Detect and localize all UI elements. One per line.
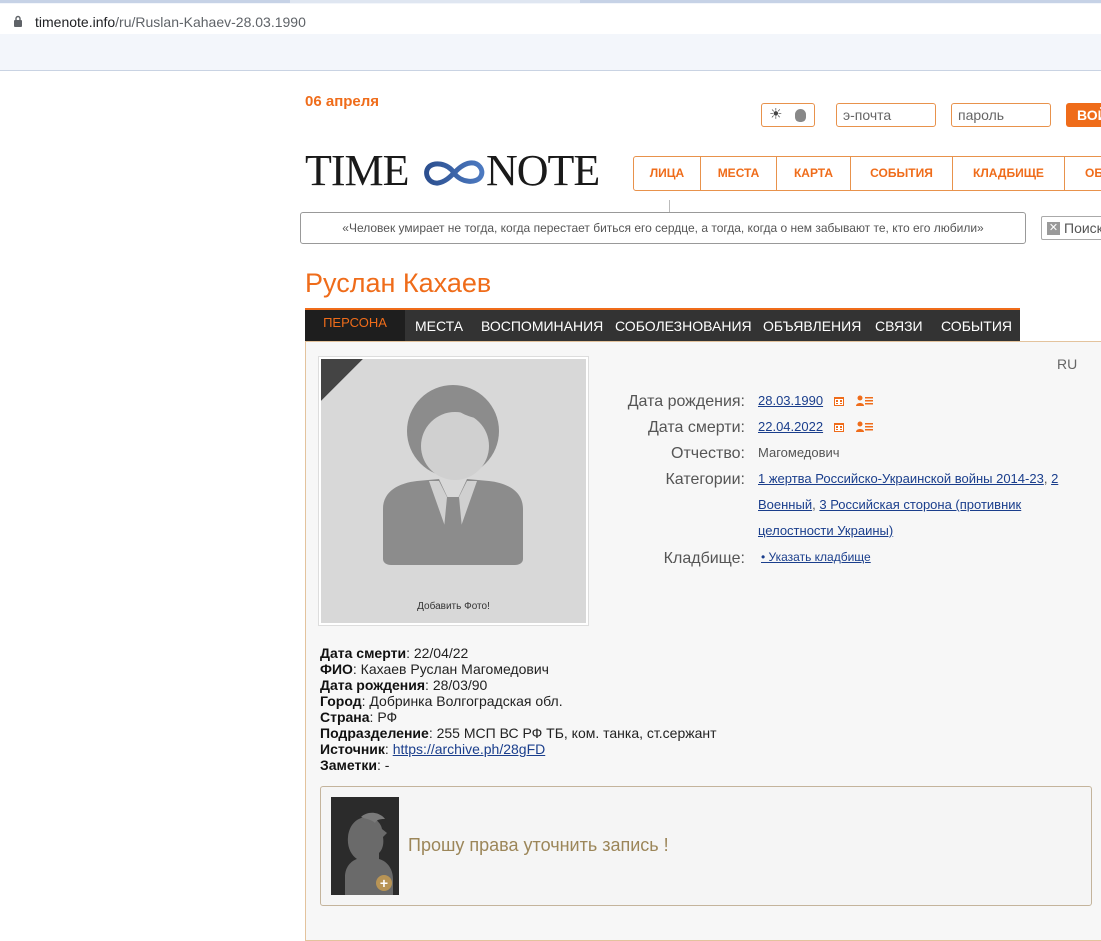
address-bar[interactable]: timenote.info/ru/Ruslan-Kahaev-28.03.199… <box>0 4 1101 34</box>
email-field[interactable] <box>836 103 936 127</box>
sun-icon: ☀ <box>769 106 783 123</box>
details-block: Дата смерти: 22/04/22 ФИО: Кахаев Руслан… <box>320 645 717 773</box>
contact-card-icon[interactable] <box>856 421 873 432</box>
detail-value: : Кахаев Руслан Магомедович <box>352 661 549 677</box>
tab-condolences[interactable]: СОБОЛЕЗНОВАНИЯ <box>615 310 752 341</box>
detail-label: ФИО <box>320 661 353 677</box>
detail-value: : - <box>376 757 390 773</box>
tab-person[interactable]: ПЕРСОНА <box>305 310 405 341</box>
detail-label: Страна <box>320 709 370 725</box>
category-link-war-victim[interactable]: 1 жертва Российско-Украинской войны 2014… <box>758 471 1044 486</box>
calendar-icon[interactable] <box>834 396 844 406</box>
tab-strip <box>0 0 1101 3</box>
detail-value: : 22/04/22 <box>406 645 469 661</box>
separator: , <box>1043 471 1048 486</box>
detail-value: : Добринка Волгоградская обл. <box>361 693 563 709</box>
detail-value: : РФ <box>369 709 398 725</box>
search-input[interactable]: ✕ Поиск <box>1041 216 1101 240</box>
category-link-military-num[interactable]: 2 <box>1051 471 1058 486</box>
source-link[interactable]: https://archive.ph/28gFD <box>393 741 546 757</box>
tab-memories[interactable]: ВОСПОМИНАНИЯ <box>481 310 603 341</box>
nav-item-map[interactable]: КАРТА <box>777 157 851 190</box>
search-placeholder: Поиск <box>1064 220 1101 236</box>
login-button[interactable]: ВОЙ <box>1066 103 1101 127</box>
close-icon[interactable]: ✕ <box>1047 222 1060 235</box>
cemetery-label: Кладбище: <box>663 550 745 567</box>
patronymic-value: Магомедович <box>758 445 840 460</box>
site-logo[interactable]: TIME NOTE <box>305 148 610 193</box>
death-date-label: Дата смерти: <box>647 419 745 436</box>
detail-value: : 28/03/90 <box>425 677 488 693</box>
infinity-icon <box>424 160 485 186</box>
password-field[interactable] <box>951 103 1051 127</box>
categories-label: Категории: <box>665 471 745 488</box>
calendar-icon[interactable] <box>834 422 844 432</box>
edit-request-text[interactable]: Прошу права уточнить запись ! <box>408 835 669 856</box>
detail-label: Дата смерти <box>320 645 407 661</box>
detail-row: ФИО: Кахаев Руслан Магомедович <box>320 661 717 677</box>
tab-announcements[interactable]: ОБЪЯВЛЕНИЯ <box>763 310 861 341</box>
detail-label: Источник <box>320 741 385 757</box>
detail-row: Источник: https://archive.ph/28gFD <box>320 741 717 757</box>
category-link-military[interactable]: Военный <box>758 497 812 512</box>
death-date-link[interactable]: 22.04.2022 <box>758 419 823 434</box>
page-title: Руслан Кахаев <box>305 268 492 298</box>
main-nav: ЛИЦА МЕСТА КАРТА СОБЫТИЯ КЛАДБИЩЕ ОБ <box>633 156 1101 191</box>
separator: , <box>812 497 816 512</box>
url-host: timenote.info <box>35 14 116 30</box>
detail-row: Город: Добринка Волгоградская обл. <box>320 693 717 709</box>
detail-label: Заметки <box>320 757 377 773</box>
language-code[interactable]: RU <box>1057 356 1077 372</box>
url-text: timenote.info/ru/Ruslan-Kahaev-28.03.199… <box>35 14 306 30</box>
nav-item-places[interactable]: МЕСТА <box>701 157 777 190</box>
lock-icon <box>14 15 22 27</box>
detail-row: Страна: РФ <box>320 709 717 725</box>
detail-row: Дата смерти: 22/04/22 <box>320 645 717 661</box>
theme-toggle[interactable]: ☀ <box>761 103 815 127</box>
detail-row: Дата рождения: 28/03/90 <box>320 677 717 693</box>
edit-request-box[interactable]: + Прошу права уточнить запись ! <box>320 786 1092 906</box>
detail-row: Заметки: - <box>320 757 717 773</box>
set-cemetery-link[interactable]: • Указать кладбище <box>761 550 871 564</box>
categories-line: целостности Украины) <box>758 523 893 538</box>
url-path: /ru/Ruslan-Kahaev-28.03.1990 <box>115 14 306 30</box>
divider <box>669 200 670 212</box>
categories-line: Военный, 3 Российская сторона (противник <box>758 497 1021 512</box>
photo-placeholder[interactable]: Добавить Фото! <box>319 357 588 625</box>
add-photo-link[interactable]: Добавить Фото! <box>321 601 586 612</box>
category-link-russian-side-cont[interactable]: целостности Украины) <box>758 523 893 538</box>
nav-item-faces[interactable]: ЛИЦА <box>634 157 701 190</box>
detail-row: Подразделение: 255 МСП ВС РФ ТБ, ком. та… <box>320 725 717 741</box>
detail-label: Дата рождения <box>320 677 426 693</box>
detail-label: Город <box>320 693 362 709</box>
detail-label: Подразделение <box>320 725 429 741</box>
detail-value: : 255 МСП ВС РФ ТБ, ком. танка, ст.сержа… <box>428 725 717 741</box>
birth-date-label: Дата рождения: <box>627 393 745 410</box>
separator: : <box>384 741 393 757</box>
nav-item-more[interactable]: ОБ <box>1065 157 1101 190</box>
birth-date-link[interactable]: 28.03.1990 <box>758 393 823 408</box>
logo-text-note: NOTE <box>486 146 600 195</box>
category-link-russian-side[interactable]: 3 Российская сторона (противник <box>819 497 1021 512</box>
user-avatar: + <box>331 797 399 895</box>
quote-banner: «Человек умирает не тогда, когда переста… <box>300 212 1026 244</box>
person-placeholder-icon <box>321 359 523 565</box>
moon-icon <box>795 109 806 122</box>
tab-places[interactable]: МЕСТА <box>415 310 463 341</box>
patronymic-label: Отчество: <box>671 445 745 462</box>
nav-item-events[interactable]: СОБЫТИЯ <box>851 157 953 190</box>
logo-text-time: TIME <box>305 146 410 195</box>
plus-icon[interactable]: + <box>376 875 392 891</box>
tab-events[interactable]: СОБЫТИЯ <box>941 310 1012 341</box>
today-date: 06 апреля <box>305 93 380 110</box>
categories-line: 1 жертва Российско-Украинской войны 2014… <box>758 471 1058 486</box>
nav-item-cemetery[interactable]: КЛАДБИЩЕ <box>953 157 1065 190</box>
tab-relations[interactable]: СВЯЗИ <box>875 310 923 341</box>
profile-tabs: ПЕРСОНА МЕСТА ВОСПОМИНАНИЯ СОБОЛЕЗНОВАНИ… <box>305 308 1020 341</box>
contact-card-icon[interactable] <box>856 395 873 406</box>
browser-toolbar: timenote.info/ru/Ruslan-Kahaev-28.03.199… <box>0 0 1101 71</box>
